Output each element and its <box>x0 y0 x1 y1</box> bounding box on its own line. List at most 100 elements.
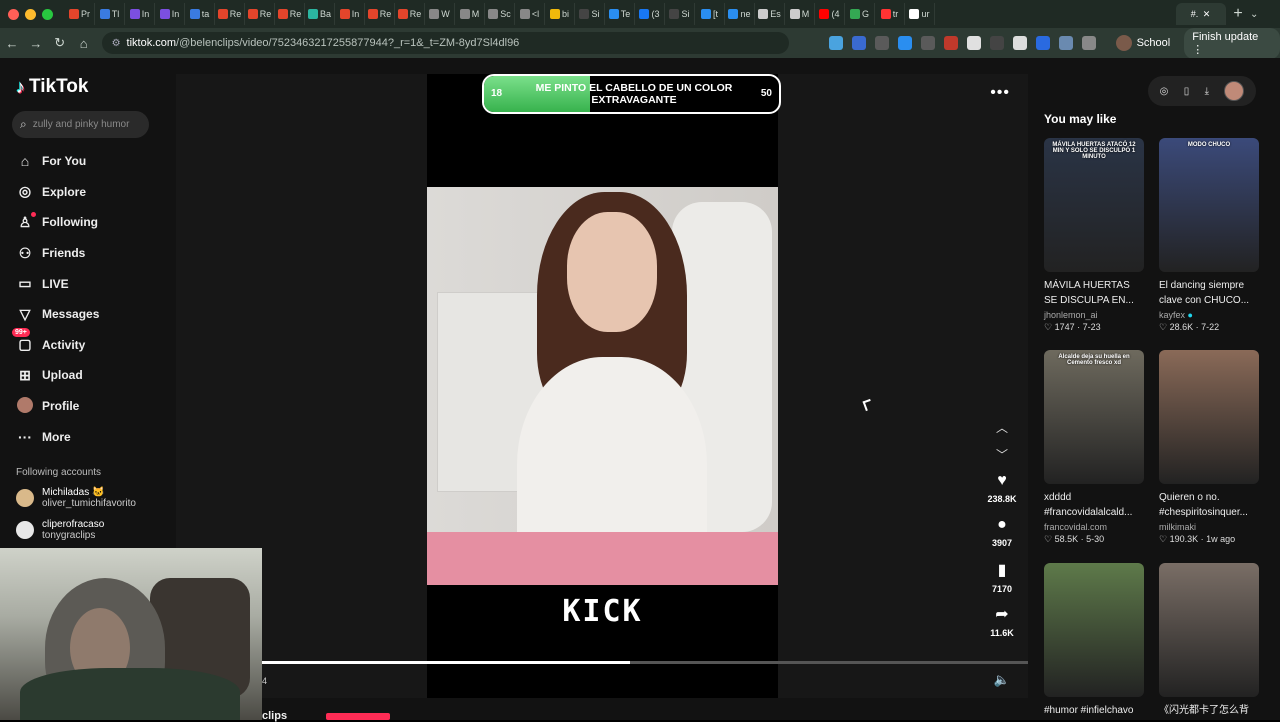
browser-tab[interactable]: Es <box>755 3 785 25</box>
profile-chip[interactable]: School <box>1115 35 1170 51</box>
search-box[interactable]: ⌕ <box>12 111 149 138</box>
card-author-row[interactable]: francovidal.com <box>1044 522 1144 532</box>
video-thumbnail[interactable]: MODO CHUCO <box>1159 138 1259 272</box>
extension-icon[interactable] <box>1012 36 1027 50</box>
browser-tab[interactable]: In <box>155 3 185 25</box>
close-window-button[interactable] <box>8 8 19 20</box>
following-account[interactable]: cliperofracaso tonygraclips <box>16 519 104 541</box>
sidebar-item-activity[interactable]: ▢ 99+ Activity <box>0 328 170 361</box>
extension-icon[interactable] <box>920 36 935 50</box>
new-tab-button[interactable]: + <box>1226 5 1250 23</box>
browser-tab[interactable]: M <box>455 3 485 25</box>
following-account[interactable]: Michiladas 🐱 oliver_tumichifavorito <box>16 487 136 509</box>
browser-tab[interactable]: ta <box>185 3 215 25</box>
reload-icon[interactable]: ↻ <box>48 35 72 51</box>
browser-tab[interactable]: G <box>845 3 875 25</box>
browser-tab[interactable]: Sc <box>485 3 515 25</box>
browser-tab[interactable]: ur <box>905 3 935 25</box>
extension-icon[interactable] <box>851 36 866 50</box>
recommended-video-card[interactable]: Alcalde deja su huella en Cemento fresco… <box>1044 350 1144 545</box>
sidebar-item-following[interactable]: ♙ Following <box>0 207 170 238</box>
coin-icon[interactable]: ◎ <box>1160 86 1169 97</box>
extension-icon[interactable] <box>1035 36 1050 50</box>
browser-tab[interactable]: (3 <box>635 3 665 25</box>
browser-tab[interactable]: In <box>125 3 155 25</box>
browser-tab[interactable]: Si <box>575 3 605 25</box>
browser-tab[interactable]: In <box>335 3 365 25</box>
sidebar-item-more[interactable]: ··· More <box>0 421 170 452</box>
browser-tab[interactable]: Si <box>665 3 695 25</box>
extension-icon[interactable] <box>828 36 843 50</box>
card-title[interactable]: xdddd #francovidalalcald... <box>1044 490 1144 520</box>
user-avatar[interactable] <box>1224 81 1245 101</box>
browser-tab[interactable]: tr <box>875 3 905 25</box>
browser-tab[interactable]: bi <box>545 3 575 25</box>
address-bar[interactable]: ⚙ tiktok.com/@belenclips/video/752346321… <box>101 32 789 54</box>
browser-tab[interactable]: W <box>425 3 455 25</box>
video-thumbnail[interactable]: Alcalde deja su huella en Cemento fresco… <box>1044 350 1144 484</box>
extension-icon[interactable] <box>1058 36 1073 50</box>
tiktok-logo[interactable]: ♪ TikTok <box>16 76 88 98</box>
recommended-video-card[interactable]: 《闪光都卡了怎么背 <box>1159 563 1259 718</box>
share-button[interactable]: ➦ 11.6K <box>986 604 1018 638</box>
browser-tab[interactable]: ne <box>725 3 755 25</box>
card-title[interactable]: 《闪光都卡了怎么背 <box>1159 703 1259 718</box>
video-thumbnail[interactable]: MÁVILA HUERTAS ATACÓ 12 MIN Y SOLO SE DI… <box>1044 138 1144 272</box>
browser-tab[interactable]: Re <box>395 3 425 25</box>
puzzle-icon[interactable] <box>1081 36 1096 50</box>
card-title[interactable]: El dancing siempre clave con CHUCO... <box>1159 278 1259 308</box>
search-input[interactable] <box>32 119 133 130</box>
browser-tab[interactable]: Re <box>245 3 275 25</box>
card-author-row[interactable]: jhonlemon_ai <box>1044 310 1144 320</box>
recommended-video-card[interactable]: Quieren o no. #chespiritosinquer... milki… <box>1159 350 1259 545</box>
recommended-video-card[interactable]: MÁVILA HUERTAS ATACÓ 12 MIN Y SOLO SE DI… <box>1044 138 1144 333</box>
maximize-window-button[interactable] <box>42 8 53 20</box>
browser-tab[interactable]: Re <box>365 3 395 25</box>
browser-tab[interactable]: (4 <box>815 3 845 25</box>
follow-button[interactable] <box>326 713 390 720</box>
home-button-icon[interactable]: ⌂ <box>72 36 96 51</box>
extension-icon[interactable] <box>989 36 1004 50</box>
card-title[interactable]: Quieren o no. #chespiritosinquer... <box>1159 490 1259 520</box>
extension-icon[interactable] <box>874 36 889 50</box>
sidebar-item-messages[interactable]: ▽ Messages <box>0 299 170 330</box>
recommended-video-card[interactable]: #humor #infielchavo <box>1044 563 1144 718</box>
browser-tab[interactable]: Te <box>605 3 635 25</box>
device-icon[interactable]: ▯ <box>1184 86 1190 97</box>
browser-tab[interactable]: Tl <box>95 3 125 25</box>
video-thumbnail[interactable] <box>1159 563 1259 697</box>
sidebar-item-friends[interactable]: ⚇ Friends <box>0 238 170 269</box>
comment-button[interactable]: ● 3907 <box>986 516 1018 548</box>
tab-search-icon[interactable]: ⌄ <box>1250 9 1280 20</box>
sidebar-item-upload[interactable]: ⊞ Upload <box>0 360 170 391</box>
video-progress-bar[interactable] <box>262 661 1028 664</box>
card-title[interactable]: #humor #infielchavo <box>1044 703 1144 718</box>
extension-icon[interactable] <box>897 36 912 50</box>
card-author-row[interactable]: milkimaki <box>1159 522 1259 532</box>
sidebar-item-live[interactable]: ▭ LIVE <box>0 268 170 299</box>
minimize-window-button[interactable] <box>25 8 36 20</box>
sidebar-item-explore[interactable]: ◎ Explore <box>0 177 170 208</box>
browser-tab[interactable]: <l <box>515 3 545 25</box>
site-info-icon[interactable]: ⚙ <box>112 38 121 49</box>
sidebar-item-for-you[interactable]: ⌂ For You <box>0 146 170 177</box>
video-thumbnail[interactable] <box>1044 563 1144 697</box>
browser-tab[interactable]: [t <box>695 3 725 25</box>
volume-icon[interactable]: 🔈 <box>994 672 1010 688</box>
previous-video-icon[interactable]: ︿ <box>996 419 1008 436</box>
like-button[interactable]: ♥ 238.8K <box>986 472 1018 504</box>
video-thumbnail[interactable] <box>1159 350 1259 484</box>
extension-icon[interactable] <box>966 36 981 50</box>
save-button[interactable]: ▮ 7170 <box>986 560 1018 594</box>
browser-tab[interactable]: Re <box>215 3 245 25</box>
extension-icon[interactable] <box>943 36 958 50</box>
download-icon[interactable]: ⤓ <box>1205 86 1209 97</box>
browser-tab[interactable]: M <box>785 3 815 25</box>
active-tab[interactable]: #. ✕ <box>1176 3 1226 25</box>
recommended-video-card[interactable]: MODO CHUCO El dancing siempre clave con C… <box>1159 138 1259 333</box>
card-title[interactable]: MÁVILA HUERTAS SE DISCULPA EN... <box>1044 278 1144 308</box>
browser-tab[interactable]: Ba <box>305 3 335 25</box>
more-options-icon[interactable]: ••• <box>990 84 1010 102</box>
card-author-row[interactable]: kayfex ● <box>1159 310 1259 320</box>
finish-update-button[interactable]: Finish update ⋮ <box>1184 27 1280 59</box>
